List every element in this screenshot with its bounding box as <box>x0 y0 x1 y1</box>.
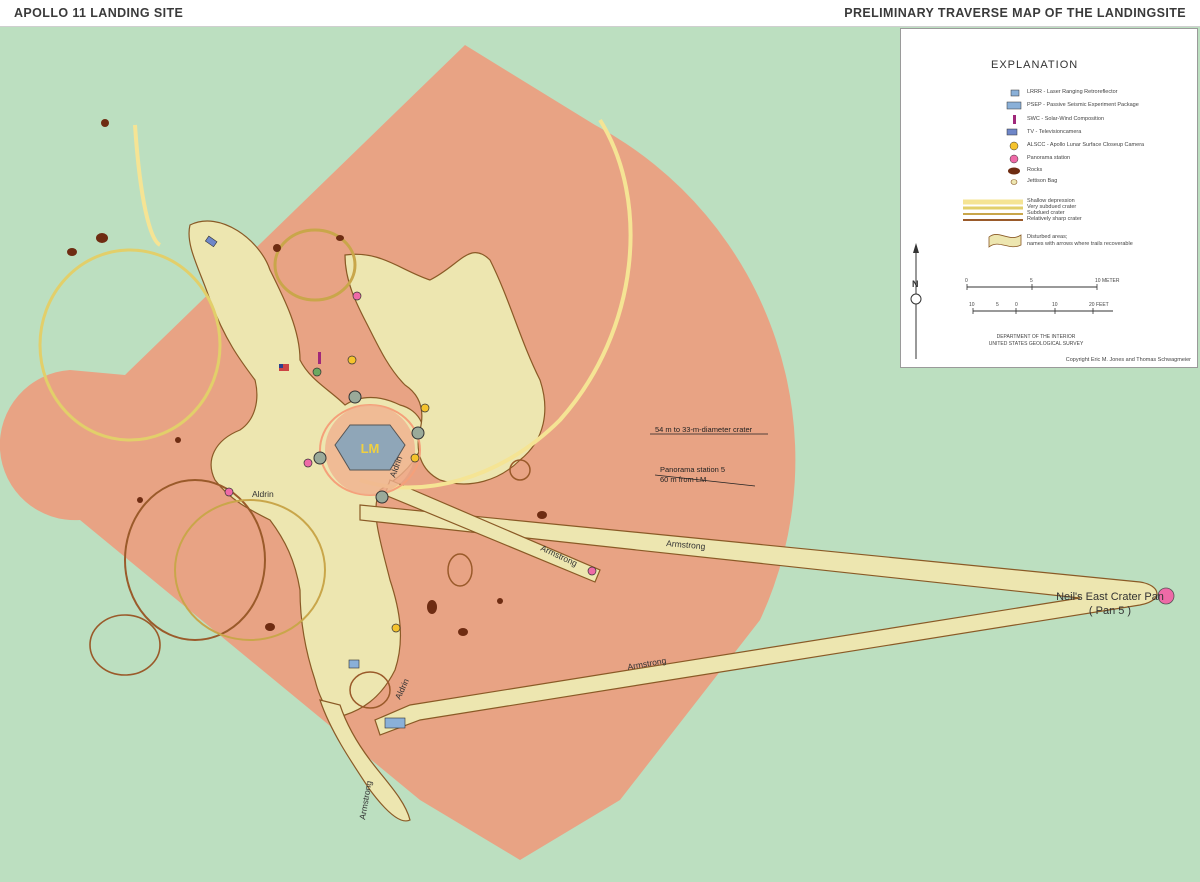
pan5-caption-line2: ( Pan 5 ) <box>1088 605 1132 617</box>
disturbed-area-swatch <box>988 234 1022 248</box>
jettison-bag-icon <box>1010 179 1018 185</box>
scale-feet-5: 5 <box>996 302 999 308</box>
scale-feet-10b: 10 <box>1052 302 1058 308</box>
alscc-icon <box>420 403 430 413</box>
alscc-icon <box>347 355 357 365</box>
aldrin-label: Aldrin <box>252 489 274 499</box>
panorama-icon <box>303 458 313 468</box>
alscc-icon <box>1009 141 1019 151</box>
rock-icon <box>537 511 547 519</box>
legend-item-tv: TV - Televisioncamera <box>1027 129 1082 135</box>
lm-footpad-n <box>348 390 362 404</box>
panorama-icon <box>1009 154 1019 164</box>
panorama-icon <box>224 487 234 497</box>
pan5-caption: Neil's East Crater Pan ( Pan 5 ) <box>1045 590 1175 618</box>
lrrr-icon <box>1010 89 1020 97</box>
lrrr-site[interactable] <box>348 659 360 669</box>
rock-icon <box>1008 167 1020 175</box>
agency-credit: DEPARTMENT OF THE INTERIOR UNITED STATES… <box>961 334 1111 348</box>
panorama-icon <box>587 566 597 576</box>
department-line2: UNITED STATES GEOLOGICAL SURVEY <box>988 341 1084 347</box>
scale-meter-5: 5 <box>1030 278 1033 284</box>
scale-meter-0: 0 <box>965 278 968 284</box>
alscc-icon <box>391 623 401 633</box>
panorama-icon <box>352 291 362 301</box>
rock-icon <box>336 235 344 241</box>
site-title: APOLLO 11 LANDING SITE <box>14 6 184 20</box>
rock-icon <box>273 244 281 252</box>
lm-footpad-e <box>411 426 425 440</box>
psep-icon <box>384 717 406 729</box>
scale-feet-20: 20 FEET <box>1089 302 1109 308</box>
legend-item-lrrr: LRRR - Laser Ranging Retroreflector <box>1027 89 1118 95</box>
lrrr-icon <box>348 659 360 669</box>
flag-canton <box>279 364 283 368</box>
rock-icon <box>427 600 437 614</box>
legend-crater-sharp: Relatively sharp crater <box>1027 216 1082 222</box>
north-label: N <box>912 279 919 289</box>
swc-site[interactable] <box>318 352 321 364</box>
legend-disturbed-line2: names with arrows where trails recoverab… <box>1027 241 1133 247</box>
pan5-caption-line1: Neil's East Crater Pan <box>1056 591 1164 603</box>
swc-site-icon <box>312 367 322 377</box>
crater-diameter-label: 54 m to 33-m-diameter crater <box>655 425 753 434</box>
map-title: PRELIMINARY TRAVERSE MAP OF THE LANDINGS… <box>844 6 1186 20</box>
legend-disturbed-line1: Disturbed areas; <box>1027 234 1068 240</box>
legend-item-psep: PSEP - Passive Seismic Experiment Packag… <box>1027 102 1139 108</box>
swc-icon <box>318 352 321 364</box>
scale-feet-0: 0 <box>1015 302 1018 308</box>
swc-icon <box>1013 115 1016 124</box>
north-arrow-icon <box>913 243 919 253</box>
alscc-icon <box>410 453 420 463</box>
psep-icon <box>1006 101 1022 110</box>
psep-site[interactable] <box>384 717 406 729</box>
lm-footpad-w <box>313 451 327 465</box>
rock-icon <box>67 248 77 256</box>
rock-icon <box>96 233 108 243</box>
pan5-distance-line1: Panorama station 5 <box>660 465 725 474</box>
lm-label: LM <box>361 441 380 456</box>
legend-item-rocks: Rocks <box>1027 167 1043 173</box>
legend-item-alscc: ALSCC - Apollo Lunar Surface Closeup Cam… <box>1027 142 1145 148</box>
legend-item-panorama: Panorama station <box>1027 155 1071 161</box>
explanation-legend: EXPLANATION N LRRR - Laser Ranging Retro… <box>900 28 1198 368</box>
rock-icon <box>101 119 109 127</box>
rock-icon <box>137 497 143 503</box>
scale-meter-10: 10 METER <box>1095 278 1120 284</box>
flag-site[interactable] <box>279 364 289 371</box>
legend-item-jettison: Jettison Bag <box>1027 178 1058 184</box>
copyright-notice: Copyright Eric M. Jones and Thomas Schwa… <box>1065 357 1191 363</box>
tv-camera-icon <box>1006 128 1018 136</box>
rock-icon <box>458 628 468 636</box>
lm-footpad-s <box>375 490 389 504</box>
legend-item-swc: SWC - Solar-Wind Composition <box>1027 116 1105 122</box>
department-line1: DEPARTMENT OF THE INTERIOR <box>996 334 1076 340</box>
compass-icon <box>910 293 922 305</box>
header-bar: APOLLO 11 LANDING SITE PRELIMINARY TRAVE… <box>0 0 1200 27</box>
rock-icon <box>265 623 275 631</box>
rock-icon <box>497 598 503 604</box>
scale-feet-10: 10 <box>969 302 975 308</box>
rock-icon <box>175 437 181 443</box>
